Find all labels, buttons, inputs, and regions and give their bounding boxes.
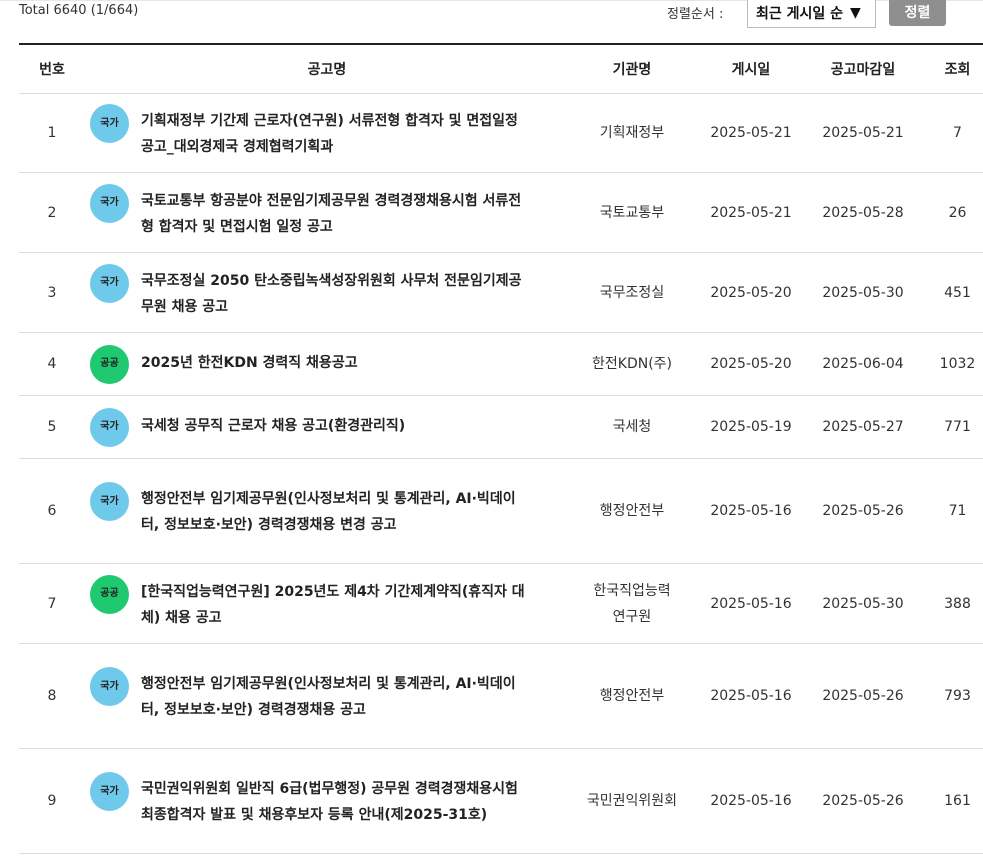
row-number: 1 bbox=[19, 93, 85, 173]
column-header-agency: 기관명 bbox=[569, 43, 695, 94]
posted-date: 2025-05-16 bbox=[695, 458, 807, 564]
category-badge-national: 국가 bbox=[90, 772, 129, 811]
row-number: 9 bbox=[19, 748, 85, 854]
agency-name: 기획재정부 bbox=[569, 93, 695, 173]
column-header-deadline: 공고마감일 bbox=[807, 43, 919, 94]
row-number: 5 bbox=[19, 395, 85, 459]
view-count: 71 bbox=[919, 458, 983, 564]
posted-date: 2025-05-16 bbox=[695, 563, 807, 644]
category-badge-public: 공공 bbox=[90, 574, 129, 614]
deadline-date: 2025-05-26 bbox=[807, 748, 919, 854]
table-row[interactable]: 3 국가 국무조정실 2050 탄소중립녹색성장위원회 사무처 전문임기제공무원… bbox=[19, 252, 983, 333]
deadline-date: 2025-05-26 bbox=[807, 643, 919, 749]
view-count: 771 bbox=[919, 395, 983, 459]
sort-order-label: 정렬순서 : bbox=[667, 7, 724, 22]
table-row[interactable]: 7 공공 [한국직업능력연구원] 2025년도 제4차 기간제계약직(휴직자 대… bbox=[19, 563, 983, 644]
view-count: 26 bbox=[919, 172, 983, 253]
posted-date: 2025-05-16 bbox=[695, 748, 807, 854]
list-toolbar: Total 6640 (1/664) 정렬순서 : 최근 게시일 순 ▼ 정렬 bbox=[19, 0, 946, 30]
sort-order-value: 최근 게시일 순 bbox=[756, 6, 844, 22]
posted-date: 2025-05-16 bbox=[695, 643, 807, 749]
posting-title-link[interactable]: 2025년 한전KDN 경력직 채용공고 bbox=[141, 350, 569, 376]
column-header-posted-date: 게시일 bbox=[695, 43, 807, 94]
agency-name: 한국직업능력연구원 bbox=[569, 563, 695, 644]
posting-title-link[interactable]: 국무조정실 2050 탄소중립녹색성장위원회 사무처 전문임기제공무원 채용 공… bbox=[141, 268, 569, 320]
view-count: 793 bbox=[919, 643, 983, 749]
table-header-row: 번호 공고명 기관명 게시일 공고마감일 조회 bbox=[19, 43, 983, 94]
table-row[interactable]: 4 공공 2025년 한전KDN 경력직 채용공고 한전KDN(주) 2025-… bbox=[19, 332, 983, 396]
view-count: 7 bbox=[919, 93, 983, 173]
agency-name: 국무조정실 bbox=[569, 252, 695, 333]
agency-name: 한전KDN(주) bbox=[569, 332, 695, 396]
posted-date: 2025-05-19 bbox=[695, 395, 807, 459]
deadline-date: 2025-05-30 bbox=[807, 252, 919, 333]
agency-name: 행정안전부 bbox=[569, 643, 695, 749]
row-number: 6 bbox=[19, 458, 85, 564]
column-header-title: 공고명 bbox=[85, 43, 569, 94]
row-number: 7 bbox=[19, 563, 85, 644]
agency-name: 국민권익위원회 bbox=[569, 748, 695, 854]
table-row[interactable]: 6 국가 행정안전부 임기제공무원(인사정보처리 및 통계관리, AI·빅데이터… bbox=[19, 458, 983, 564]
category-badge-national: 국가 bbox=[90, 104, 129, 143]
category-badge-national: 국가 bbox=[90, 183, 129, 223]
category-badge-national: 국가 bbox=[90, 263, 129, 303]
posted-date: 2025-05-21 bbox=[695, 172, 807, 253]
table-row[interactable]: 9 국가 국민권익위원회 일반직 6급(법무행정) 공무원 경력경쟁채용시험 최… bbox=[19, 748, 983, 854]
view-count: 1032 bbox=[919, 332, 983, 396]
view-count: 451 bbox=[919, 252, 983, 333]
view-count: 161 bbox=[919, 748, 983, 854]
posting-title-link[interactable]: 행정안전부 임기제공무원(인사정보처리 및 통계관리, AI·빅데이터, 정보보… bbox=[141, 671, 569, 723]
table-row[interactable]: 2 국가 국토교통부 항공분야 전문임기제공무원 경력경쟁채용시험 서류전형 합… bbox=[19, 172, 983, 253]
posted-date: 2025-05-21 bbox=[695, 93, 807, 173]
deadline-date: 2025-05-26 bbox=[807, 458, 919, 564]
posting-title-link[interactable]: [한국직업능력연구원] 2025년도 제4차 기간제계약직(휴직자 대체) 채용… bbox=[141, 579, 569, 631]
posting-title-link[interactable]: 기획재정부 기간제 근로자(연구원) 서류전형 합격자 및 면접일정 공고_대외… bbox=[141, 108, 569, 160]
posting-title-link[interactable]: 국민권익위원회 일반직 6급(법무행정) 공무원 경력경쟁채용시험 최종합격자 … bbox=[141, 776, 569, 828]
posting-title-link[interactable]: 행정안전부 임기제공무원(인사정보처리 및 통계관리, AI·빅데이터, 정보보… bbox=[141, 486, 569, 538]
job-posting-table: 번호 공고명 기관명 게시일 공고마감일 조회 1 국가 기획재정부 기간제 근… bbox=[19, 43, 983, 854]
total-count: Total 6640 (1/664) bbox=[19, 3, 139, 18]
agency-name: 국세청 bbox=[569, 395, 695, 459]
view-count: 388 bbox=[919, 563, 983, 644]
row-number: 2 bbox=[19, 172, 85, 253]
sort-order-select[interactable]: 최근 게시일 순 ▼ bbox=[747, 0, 876, 28]
posting-title-link[interactable]: 국세청 공무직 근로자 채용 공고(환경관리직) bbox=[141, 413, 569, 439]
category-badge-public: 공공 bbox=[90, 344, 129, 384]
row-number: 3 bbox=[19, 252, 85, 333]
category-badge-national: 국가 bbox=[90, 407, 129, 447]
column-header-number: 번호 bbox=[19, 43, 85, 94]
job-listing-page: Total 6640 (1/664) 정렬순서 : 최근 게시일 순 ▼ 정렬 … bbox=[0, 0, 983, 865]
deadline-date: 2025-05-27 bbox=[807, 395, 919, 459]
deadline-date: 2025-05-30 bbox=[807, 563, 919, 644]
agency-name: 행정안전부 bbox=[569, 458, 695, 564]
deadline-date: 2025-05-21 bbox=[807, 93, 919, 173]
table-row[interactable]: 1 국가 기획재정부 기간제 근로자(연구원) 서류전형 합격자 및 면접일정 … bbox=[19, 93, 983, 173]
row-number: 4 bbox=[19, 332, 85, 396]
table-row[interactable]: 8 국가 행정안전부 임기제공무원(인사정보처리 및 통계관리, AI·빅데이터… bbox=[19, 643, 983, 749]
posted-date: 2025-05-20 bbox=[695, 332, 807, 396]
deadline-date: 2025-06-04 bbox=[807, 332, 919, 396]
agency-name: 국토교통부 bbox=[569, 172, 695, 253]
table-row[interactable]: 5 국가 국세청 공무직 근로자 채용 공고(환경관리직) 국세청 2025-0… bbox=[19, 395, 983, 459]
category-badge-national: 국가 bbox=[90, 482, 129, 521]
posted-date: 2025-05-20 bbox=[695, 252, 807, 333]
posting-title-link[interactable]: 국토교통부 항공분야 전문임기제공무원 경력경쟁채용시험 서류전형 합격자 및 … bbox=[141, 188, 569, 240]
row-number: 8 bbox=[19, 643, 85, 749]
deadline-date: 2025-05-28 bbox=[807, 172, 919, 253]
sort-button[interactable]: 정렬 bbox=[889, 0, 946, 26]
column-header-views: 조회 bbox=[919, 43, 983, 94]
category-badge-national: 국가 bbox=[90, 667, 129, 706]
chevron-down-icon: ▼ bbox=[850, 5, 861, 21]
